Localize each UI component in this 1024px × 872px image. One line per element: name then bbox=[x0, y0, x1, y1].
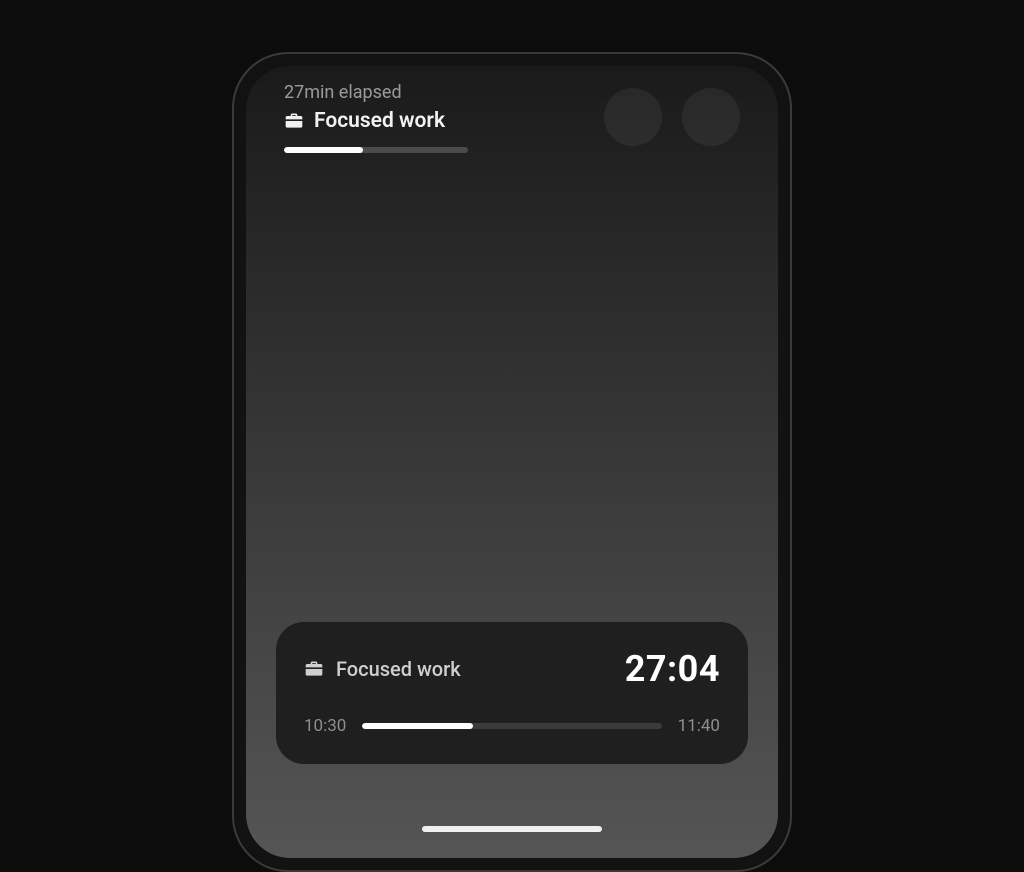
briefcase-icon bbox=[304, 659, 324, 679]
live-activity-action-2[interactable] bbox=[682, 88, 740, 146]
home-indicator[interactable] bbox=[422, 826, 602, 832]
phone-screen: 27min elapsed Focused work bbox=[246, 66, 778, 858]
end-time-label: 11:40 bbox=[676, 716, 720, 736]
live-activity-action-1[interactable] bbox=[604, 88, 662, 146]
timer-card-header: Focused work 27:04 bbox=[304, 648, 720, 690]
timer-progress-fill bbox=[362, 723, 473, 729]
live-activity-progress-fill bbox=[284, 147, 363, 153]
phone-frame: 27min elapsed Focused work bbox=[232, 52, 792, 872]
live-activity-title: Focused work bbox=[314, 109, 445, 133]
timer-card[interactable]: Focused work 27:04 10:30 11:40 bbox=[276, 622, 748, 764]
live-activity-actions bbox=[604, 82, 740, 146]
elapsed-label: 27min elapsed bbox=[284, 82, 590, 103]
live-activity-progress-track bbox=[284, 147, 468, 153]
briefcase-icon bbox=[284, 111, 304, 131]
live-activity-content: 27min elapsed Focused work bbox=[284, 82, 590, 153]
timer-card-title: Focused work bbox=[336, 657, 461, 681]
timer-card-range: 10:30 11:40 bbox=[304, 716, 720, 736]
live-activity-title-row: Focused work bbox=[284, 109, 590, 133]
live-activity: 27min elapsed Focused work bbox=[284, 82, 740, 153]
timer-card-title-row: Focused work bbox=[304, 657, 461, 681]
start-time-label: 10:30 bbox=[304, 716, 348, 736]
timer-progress-track bbox=[362, 723, 662, 729]
timer-value: 27:04 bbox=[625, 648, 720, 690]
